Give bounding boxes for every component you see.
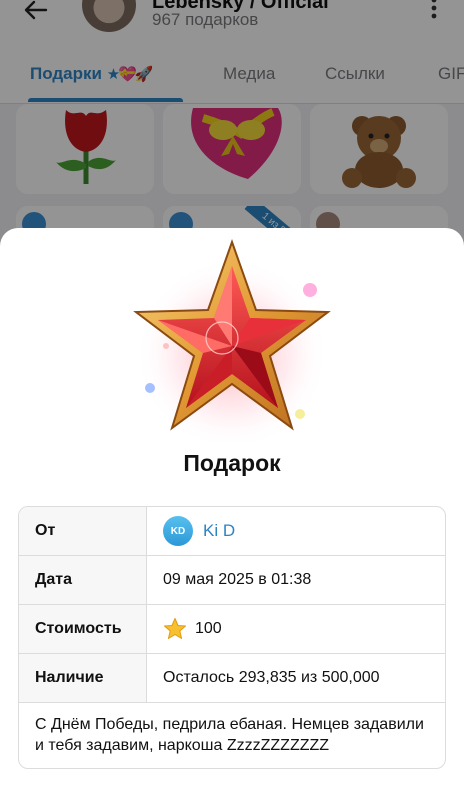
red-star-gift-icon — [133, 238, 331, 442]
from-label: От — [19, 507, 147, 555]
cost-label: Стоимость — [19, 605, 147, 653]
from-value[interactable]: KD Ki D — [147, 507, 445, 555]
gift-title: Подарок — [183, 450, 281, 476]
from-row: От KD Ki D — [19, 507, 445, 556]
cost-row: Стоимость 100 — [19, 605, 445, 654]
sender-name-link[interactable]: Ki D — [203, 521, 235, 541]
sender-avatar[interactable]: KD — [163, 516, 193, 546]
availability-label: Наличие — [19, 654, 147, 702]
gift-message: С Днём Победы, педрила ебаная. Немцев за… — [35, 716, 424, 754]
cost-amount: 100 — [195, 620, 222, 637]
availability-row: Наличие Осталось 293,835 из 500,000 — [19, 654, 445, 703]
telegram-star-icon — [164, 618, 186, 639]
gift-info-table: От KD Ki D Дата 09 мая 2025 в 01:38 Стои… — [18, 506, 446, 769]
date-label: Дата — [19, 556, 147, 604]
cost-value: 100 — [147, 605, 445, 653]
date-value: 09 мая 2025 в 01:38 — [163, 571, 312, 588]
availability-value: Осталось 293,835 из 500,000 — [163, 669, 380, 686]
gift-details-sheet: Подарок От KD Ki D Дата 09 мая 2025 в 01… — [0, 228, 464, 800]
date-row: Дата 09 мая 2025 в 01:38 — [19, 556, 445, 605]
